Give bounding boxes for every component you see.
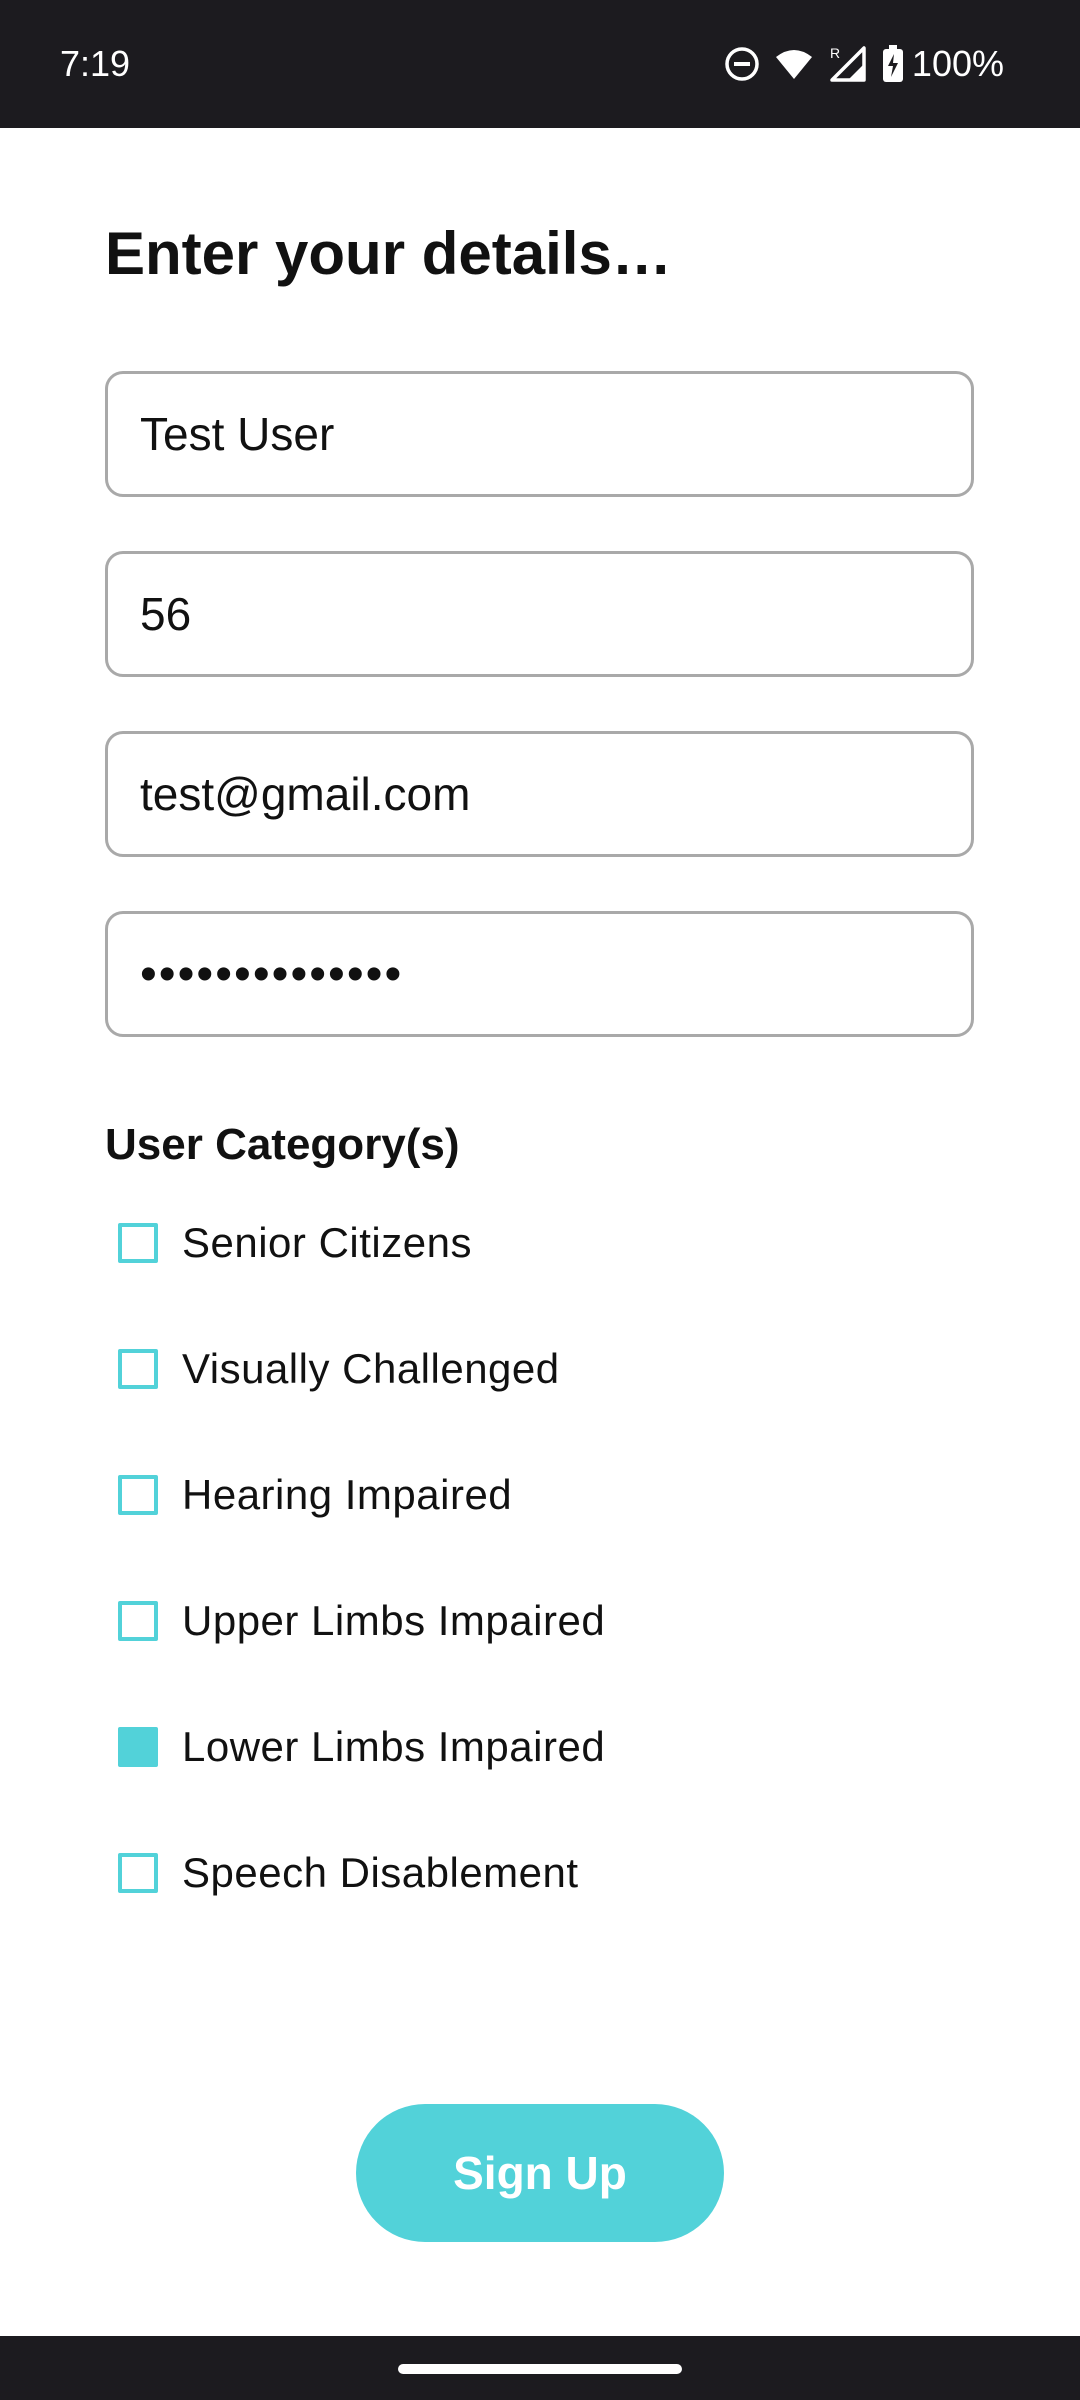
checkbox[interactable] bbox=[118, 1223, 158, 1263]
wifi-icon bbox=[774, 47, 814, 81]
category-upper-limbs-impaired[interactable]: Upper Limbs Impaired bbox=[118, 1581, 605, 1661]
signal-roaming-icon: R bbox=[828, 44, 868, 84]
category-senior-citizens[interactable]: Senior Citizens bbox=[118, 1203, 472, 1283]
home-handle[interactable] bbox=[398, 2364, 682, 2374]
battery-percent: 100% bbox=[911, 43, 1004, 84]
category-lower-limbs-impaired[interactable]: Lower Limbs Impaired bbox=[118, 1707, 605, 1787]
page-title: Enter your details… bbox=[105, 220, 672, 287]
password-field[interactable]: •••••••••••••• bbox=[105, 911, 974, 1037]
checkbox-label: Visually Challenged bbox=[182, 1345, 560, 1392]
status-icons: R 100% bbox=[710, 40, 1004, 88]
email-field[interactable]: test@gmail.com bbox=[105, 731, 974, 857]
status-time: 7:19 bbox=[60, 43, 131, 84]
checkbox-label: Hearing Impaired bbox=[182, 1471, 513, 1518]
age-field[interactable]: 56 bbox=[105, 551, 974, 677]
do-not-disturb-icon bbox=[724, 46, 760, 82]
signup-form: Enter your details… Test User 56 test@gm… bbox=[0, 128, 1080, 2336]
checkbox[interactable] bbox=[118, 1349, 158, 1389]
checkbox[interactable] bbox=[118, 1727, 158, 1767]
sign-up-button[interactable]: Sign Up bbox=[356, 2104, 724, 2242]
checkbox-label: Senior Citizens bbox=[182, 1219, 472, 1266]
category-visually-challenged[interactable]: Visually Challenged bbox=[118, 1329, 560, 1409]
navigation-bar bbox=[0, 2336, 1080, 2400]
status-bar: 7:19 R 100% bbox=[0, 0, 1080, 128]
checkbox[interactable] bbox=[118, 1475, 158, 1515]
checkbox-label: Upper Limbs Impaired bbox=[182, 1597, 606, 1644]
user-category-label: User Category(s) bbox=[105, 1120, 460, 1169]
checkbox-label: Speech Disablement bbox=[182, 1849, 579, 1896]
svg-text:R: R bbox=[830, 45, 840, 61]
category-speech-disablement[interactable]: Speech Disablement bbox=[118, 1833, 579, 1913]
checkbox-label: Lower Limbs Impaired bbox=[182, 1723, 606, 1770]
name-field[interactable]: Test User bbox=[105, 371, 974, 497]
battery-charging-icon bbox=[882, 45, 904, 83]
category-hearing-impaired[interactable]: Hearing Impaired bbox=[118, 1455, 512, 1535]
checkbox[interactable] bbox=[118, 1601, 158, 1641]
checkbox[interactable] bbox=[118, 1853, 158, 1893]
